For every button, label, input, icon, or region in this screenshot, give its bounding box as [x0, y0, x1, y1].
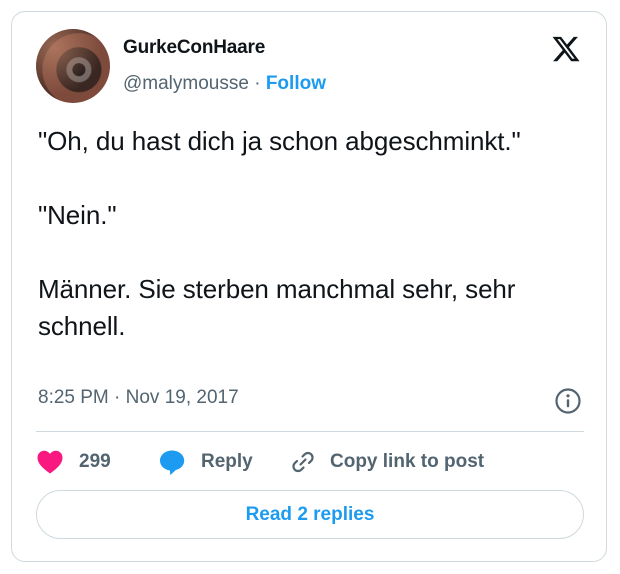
tweet-card: GurkeConHaare @malymousse · Follow "Oh, …: [11, 11, 607, 562]
heart-icon: [36, 449, 64, 475]
info-icon[interactable]: [554, 387, 582, 415]
avatar[interactable]: [36, 29, 110, 103]
tweet-text: "Oh, du hast dich ja schon abgeschminkt.…: [38, 126, 521, 341]
like-button[interactable]: 299: [36, 448, 111, 476]
like-count: 299: [79, 451, 111, 472]
link-icon: [289, 448, 317, 476]
speech-bubble-icon: [158, 448, 186, 476]
divider: [36, 431, 584, 432]
copy-link-button[interactable]: Copy link to post: [289, 448, 484, 476]
reply-label: Reply: [201, 451, 253, 472]
author-name[interactable]: GurkeConHaare: [123, 37, 265, 59]
tweet-timestamp[interactable]: 8:25 PM · Nov 19, 2017: [38, 387, 239, 409]
x-logo-icon[interactable]: [551, 34, 581, 64]
reply-button[interactable]: Reply: [158, 448, 253, 476]
copy-link-label: Copy link to post: [330, 451, 485, 472]
handle-separator: ·: [248, 73, 266, 94]
author-handle-row: @malymousse · Follow: [123, 73, 326, 95]
follow-button[interactable]: Follow: [266, 73, 326, 94]
read-replies-button[interactable]: Read 2 replies: [36, 490, 584, 539]
author-handle[interactable]: @malymousse: [123, 73, 249, 94]
